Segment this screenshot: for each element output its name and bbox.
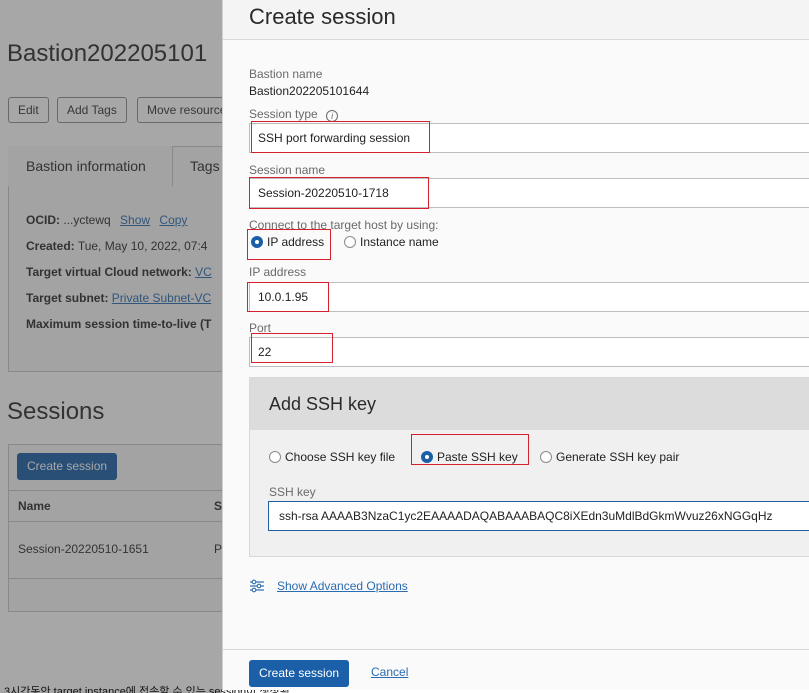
radio-paste-ssh-key[interactable]: Paste SSH key — [421, 450, 518, 464]
radio-instance-name[interactable]: Instance name — [344, 235, 439, 249]
radio-ip-address-label: IP address — [267, 235, 325, 249]
session-name-input[interactable]: Session-20220510-1718 — [249, 178, 809, 208]
radio-instance-name-label: Instance name — [360, 235, 439, 249]
ip-address-input[interactable]: 10.0.1.95 — [249, 282, 809, 312]
radio-selected-icon[interactable] — [421, 451, 433, 463]
session-name-label: Session name — [249, 163, 326, 177]
ssh-key-input[interactable]: ssh-rsa AAAAB3NzaC1yc2EAAAADAQABAAABAQC8… — [268, 501, 809, 531]
radio-ip-address[interactable]: IP address — [251, 235, 324, 249]
radio-generate-label: Generate SSH key pair — [556, 450, 680, 464]
session-type-label-row: Session type i — [249, 107, 339, 122]
ssh-key-label: SSH key — [269, 485, 316, 499]
ip-address-label: IP address — [249, 265, 307, 279]
radio-generate-ssh-key-pair[interactable]: Generate SSH key pair — [540, 450, 679, 464]
radio-choose-ssh-key-file[interactable]: Choose SSH key file — [269, 450, 395, 464]
radio-unselected-icon[interactable] — [269, 451, 281, 463]
ssh-panel-title: Add SSH key — [269, 394, 377, 414]
dialog-header: Create session — [223, 0, 809, 40]
sliders-icon — [250, 579, 264, 593]
radio-choose-file-label: Choose SSH key file — [285, 450, 396, 464]
radio-unselected-icon[interactable] — [540, 451, 552, 463]
bastion-name-label: Bastion name — [249, 67, 323, 81]
radio-unselected-icon[interactable] — [344, 236, 356, 248]
advanced-options-link[interactable]: Show Advanced Options — [249, 579, 408, 593]
dialog-footer: Create session Cancel — [223, 649, 809, 690]
advanced-options-text[interactable]: Show Advanced Options — [277, 579, 408, 593]
connect-label: Connect to the target host by using: — [249, 218, 439, 232]
radio-selected-icon[interactable] — [251, 236, 263, 248]
create-session-dialog: Create session Bastion name Bastion20220… — [222, 0, 809, 690]
cancel-link[interactable]: Cancel — [371, 665, 408, 679]
modal-overlay — [0, 0, 222, 693]
bastion-name-value: Bastion202205101644 — [249, 84, 370, 98]
radio-paste-label: Paste SSH key — [437, 450, 518, 464]
port-input[interactable]: 22 — [249, 337, 809, 367]
session-type-select[interactable]: SSH port forwarding session — [249, 123, 809, 153]
dialog-title: Create session — [249, 4, 396, 29]
create-session-button[interactable]: Create session — [249, 660, 350, 687]
ssh-panel-header: Add SSH key — [250, 378, 809, 430]
info-icon[interactable]: i — [326, 110, 339, 122]
session-type-label: Session type — [249, 107, 318, 121]
add-ssh-key-panel: Add SSH key Choose SSH key file Paste SS… — [249, 377, 809, 557]
port-label: Port — [249, 321, 272, 335]
